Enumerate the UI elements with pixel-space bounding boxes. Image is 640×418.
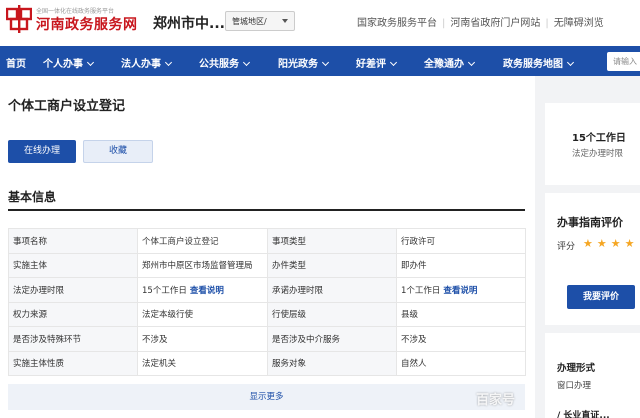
- table-value: 15个工作日: [142, 285, 187, 296]
- top-links: 国家政务服务平台 | 河南省政府门户网站 | 无障碍浏览: [357, 14, 604, 29]
- nav-item-label: 全豫通办: [424, 59, 464, 70]
- nav-item-evaluation[interactable]: 好差评: [356, 55, 398, 70]
- table-value: 自然人: [396, 350, 526, 376]
- table-value-cell: 15个工作日 查看说明: [137, 277, 268, 303]
- chevron-down-icon: [164, 58, 173, 67]
- chevron-down-icon: [282, 19, 288, 23]
- side-extra-text: / 长业直证...: [557, 411, 610, 418]
- table-key: 行使层级: [267, 301, 397, 327]
- chevron-down-icon: [321, 58, 330, 67]
- main-nav: 首页 个人办事 法人办事 公共服务 阳光政务 好差评 全豫通办 政务服务地图 请…: [0, 46, 640, 76]
- table-key: 办件类型: [267, 252, 397, 278]
- table-value: 法定机关: [137, 350, 268, 376]
- table-key: 是否涉及中介服务: [267, 326, 397, 352]
- handling-form-card: 办理形式 窗口办理 / 长业直证...: [545, 333, 640, 418]
- chevron-down-icon: [86, 58, 95, 67]
- top-link-national-platform[interactable]: 国家政务服务平台: [357, 18, 437, 29]
- nav-item-label: 阳光政务: [278, 59, 318, 70]
- city-name: 郑州市中...: [153, 16, 225, 32]
- handling-form-title: 办理形式: [557, 363, 596, 374]
- top-link-provincial-portal[interactable]: 河南省政府门户网站: [450, 18, 540, 29]
- table-key: 实施主体: [8, 252, 138, 278]
- view-explanation-link[interactable]: 查看说明: [190, 286, 224, 296]
- table-key: 是否涉及特殊环节: [8, 326, 138, 352]
- top-link-accessibility[interactable]: 无障碍浏览: [554, 18, 604, 29]
- table-row: 是否涉及特殊环节 不涉及 是否涉及中介服务 不涉及: [8, 326, 526, 352]
- nav-item-label: 公共服务: [199, 59, 239, 70]
- table-value: 县级: [396, 301, 526, 327]
- view-explanation-link[interactable]: 查看说明: [443, 286, 477, 296]
- table-value: 法定本级行使: [137, 301, 268, 327]
- time-limit-card: 15个工作日 法定办理时限: [545, 103, 640, 185]
- score-label: 评分: [557, 242, 576, 252]
- link-divider: |: [545, 18, 549, 29]
- evaluation-title: 办事指南评价: [557, 216, 623, 229]
- table-key: 实施主体性质: [8, 350, 138, 376]
- search-input[interactable]: 请输入: [607, 52, 640, 71]
- table-value: 不涉及: [137, 326, 268, 352]
- watermark: 百家号: [476, 393, 516, 408]
- online-apply-button[interactable]: 在线办理: [8, 140, 76, 163]
- favorite-button[interactable]: 收藏: [83, 140, 153, 163]
- chevron-down-icon: [389, 58, 398, 67]
- table-key: 承诺办理时限: [267, 277, 397, 303]
- time-limit-value: 15个工作日: [572, 133, 626, 144]
- nav-item-service-map[interactable]: 政务服务地图: [503, 55, 575, 70]
- table-value: 不涉及: [396, 326, 526, 352]
- table-value: 即办件: [396, 252, 526, 278]
- guide-evaluation-card: 办事指南评价 评分 ★★★★ 我要评价: [545, 193, 640, 325]
- section-divider: [8, 209, 525, 211]
- table-value: 1个工作日: [401, 285, 441, 296]
- nav-item-label: 首页: [6, 59, 26, 70]
- nav-item-home[interactable]: 首页: [6, 55, 26, 70]
- chevron-down-icon: [467, 58, 476, 67]
- nav-item-public-service[interactable]: 公共服务: [199, 55, 251, 70]
- top-header: 全国一体化在线政务服务平台 河南政务服务网 郑州市中... 管城地区/ 国家政务…: [0, 0, 640, 46]
- table-row: 事项名称 个体工商户设立登记 事项类型 行政许可: [8, 228, 526, 254]
- rating-stars-icon: ★★★★: [583, 237, 639, 250]
- table-value: 个体工商户设立登记: [137, 228, 268, 254]
- table-key: 法定办理时限: [8, 277, 138, 303]
- nav-item-label: 政务服务地图: [503, 59, 563, 70]
- table-row: 实施主体 郑州市中原区市场监督管理局 办件类型 即办件: [8, 252, 526, 278]
- section-title: 基本信息: [8, 190, 57, 204]
- table-key: 权力来源: [8, 301, 138, 327]
- nav-item-province-wide[interactable]: 全豫通办: [424, 55, 476, 70]
- site-name[interactable]: 河南政务服务网: [36, 14, 138, 34]
- page-title: 个体工商户设立登记: [8, 99, 126, 114]
- nav-item-open-government[interactable]: 阳光政务: [278, 55, 330, 70]
- chevron-down-icon: [566, 58, 575, 67]
- basic-info-table: 事项名称 个体工商户设立登记 事项类型 行政许可 实施主体 郑州市中原区市场监督…: [8, 228, 526, 376]
- main-panel: 个体工商户设立登记 在线办理 收藏 基本信息 事项名称 个体工商户设立登记 事项…: [0, 76, 535, 418]
- nav-item-label: 个人办事: [43, 59, 83, 70]
- handling-form-value: 窗口办理: [557, 381, 592, 391]
- table-value-cell: 1个工作日 查看说明: [396, 277, 526, 303]
- table-row: 权力来源 法定本级行使 行使层级 县级: [8, 301, 526, 327]
- nav-item-personal[interactable]: 个人办事: [43, 55, 95, 70]
- table-key: 事项名称: [8, 228, 138, 254]
- link-divider: |: [442, 18, 446, 29]
- table-value: 行政许可: [396, 228, 526, 254]
- nav-item-label: 好差评: [356, 59, 386, 70]
- nav-item-corporate[interactable]: 法人办事: [121, 55, 173, 70]
- nav-item-label: 法人办事: [121, 59, 161, 70]
- evaluate-button[interactable]: 我要评价: [567, 285, 635, 309]
- site-logo-icon[interactable]: [6, 5, 32, 33]
- table-value: 郑州市中原区市场监督管理局: [137, 252, 268, 278]
- region-select-value: 管城地区/: [232, 17, 267, 26]
- region-select[interactable]: 管城地区/: [225, 11, 295, 31]
- table-row: 法定办理时限 15个工作日 查看说明 承诺办理时限 1个工作日 查看说明: [8, 277, 526, 303]
- table-key: 事项类型: [267, 228, 397, 254]
- table-row: 实施主体性质 法定机关 服务对象 自然人: [8, 350, 526, 376]
- show-more-button[interactable]: 显示更多: [8, 384, 525, 410]
- time-limit-label: 法定办理时限: [572, 149, 624, 159]
- chevron-down-icon: [242, 58, 251, 67]
- table-key: 服务对象: [267, 350, 397, 376]
